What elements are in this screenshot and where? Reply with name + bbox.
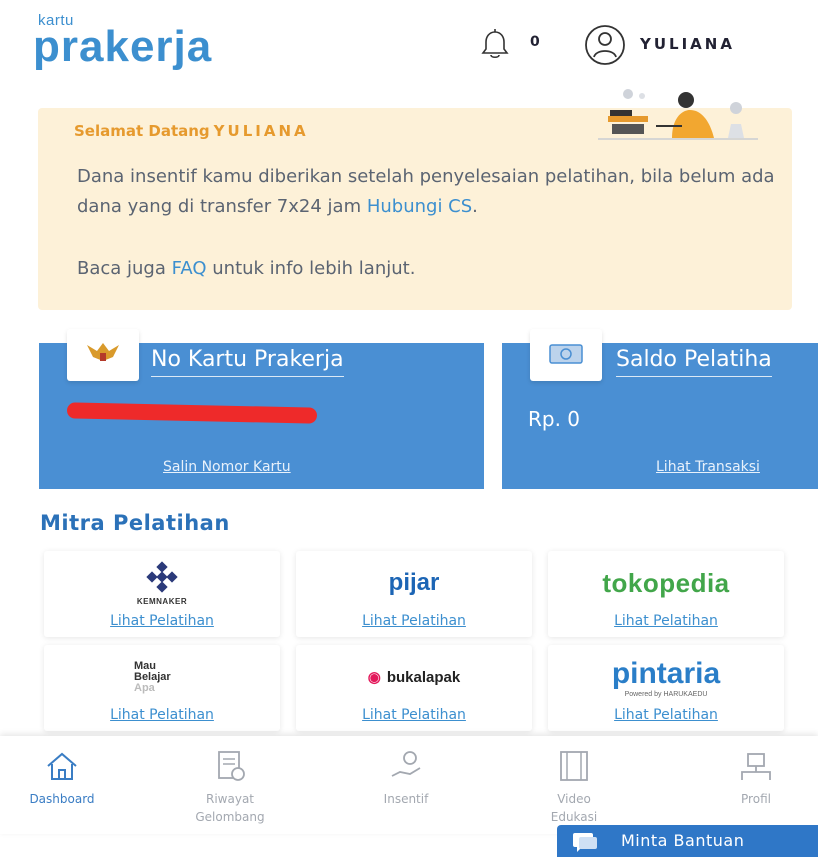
user-avatar-icon[interactable] bbox=[584, 24, 626, 66]
saldo-amount: Rp. 0 bbox=[528, 407, 581, 431]
copy-card-number-link[interactable]: Salin Nomor Kartu bbox=[163, 459, 291, 475]
partner-tile-kemnaker[interactable]: KEMNAKER Lihat Pelatihan bbox=[44, 551, 280, 637]
partner-link[interactable]: Lihat Pelatihan bbox=[296, 613, 532, 629]
nav-item-video[interactable]: Video Edukasi bbox=[514, 736, 634, 834]
tokopedia-text: tokopedia bbox=[602, 567, 730, 598]
help-button-label: Minta Bantuan bbox=[621, 831, 745, 850]
partner-link[interactable]: Lihat Pelatihan bbox=[548, 613, 784, 629]
faq-link[interactable]: FAQ bbox=[172, 258, 207, 279]
welcome-title-prefix: Selamat Datang bbox=[74, 122, 210, 140]
nav-item-dashboard[interactable]: Dashboard bbox=[2, 736, 122, 834]
pijar-logo: pijar bbox=[296, 555, 532, 611]
nav-label-insentif: Insentif bbox=[383, 792, 429, 806]
profile-icon bbox=[741, 753, 771, 780]
saldo-card-title: Saldo Pelatiha bbox=[616, 347, 772, 377]
kemnaker-logo: KEMNAKER bbox=[44, 555, 280, 611]
welcome-cs-suffix: . bbox=[472, 196, 478, 217]
bell-icon[interactable] bbox=[478, 28, 512, 62]
partner-link[interactable]: Lihat Pelatihan bbox=[44, 707, 280, 723]
pintaria-logo: pintaria Powered by HARUKAEDU bbox=[548, 649, 784, 705]
maubelajarapa-logo: Mau Belajar Apa bbox=[44, 649, 280, 705]
partner-tile-bukalapak[interactable]: ◉ bukalapak Lihat Pelatihan bbox=[296, 645, 532, 731]
partner-link[interactable]: Lihat Pelatihan bbox=[296, 707, 532, 723]
welcome-body: Dana insentif kamu diberikan setelah pen… bbox=[77, 162, 777, 222]
partner-tile-tokopedia[interactable]: tokopedia Lihat Pelatihan bbox=[548, 551, 784, 637]
nav-label-video-line1: Video bbox=[557, 792, 591, 806]
partner-tile-maubelajarapa[interactable]: Mau Belajar Apa Lihat Pelatihan bbox=[44, 645, 280, 731]
bukalapak-text: bukalapak bbox=[386, 669, 461, 686]
app-header: kartu prakerja 0 YULIANA bbox=[0, 0, 818, 90]
partner-tile-pijar[interactable]: pijar Lihat Pelatihan bbox=[296, 551, 532, 637]
incentive-icon bbox=[391, 751, 421, 777]
nav-label-riwayat-line1: Riwayat bbox=[206, 792, 254, 806]
history-icon bbox=[218, 751, 245, 781]
welcome-title: Selamat Datang YULIANA bbox=[74, 122, 309, 140]
faq-suffix: untuk info lebih lanjut. bbox=[212, 258, 416, 279]
prakerja-logo[interactable]: kartu prakerja bbox=[33, 12, 293, 72]
welcome-illustration-icon bbox=[598, 89, 758, 140]
nav-label-riwayat-line2: Gelombang bbox=[195, 810, 265, 824]
home-icon bbox=[47, 752, 77, 780]
nav-label-riwayat: Riwayat Gelombang bbox=[170, 790, 290, 826]
partner-tile-pintaria[interactable]: pintaria Powered by HARUKAEDU Lihat Pela… bbox=[548, 645, 784, 731]
garuda-emblem-icon bbox=[87, 343, 119, 361]
bottom-navigation: Dashboard Riwayat Gelombang Insentif Vid… bbox=[0, 736, 818, 834]
money-icon bbox=[549, 344, 583, 364]
kemnaker-emblem-icon bbox=[146, 560, 178, 593]
partner-link[interactable]: Lihat Pelatihan bbox=[548, 707, 784, 723]
card-tab bbox=[67, 329, 139, 381]
kartu-card-title: No Kartu Prakerja bbox=[151, 347, 344, 377]
nav-label-video-line2: Edukasi bbox=[550, 810, 598, 824]
help-button[interactable]: Minta Bantuan bbox=[557, 825, 818, 857]
partner-link[interactable]: Lihat Pelatihan bbox=[44, 613, 280, 629]
nav-label-dashboard: Dashboard bbox=[29, 792, 95, 806]
nav-label-video: Video Edukasi bbox=[514, 790, 634, 826]
user-name[interactable]: YULIANA bbox=[640, 35, 735, 53]
welcome-faq-line: Baca juga FAQ untuk info lebih lanjut. bbox=[77, 258, 415, 279]
kemnaker-text: KEMNAKER bbox=[136, 596, 188, 606]
mau-line2: Belajar bbox=[134, 670, 171, 683]
view-transactions-link[interactable]: Lihat Transaksi bbox=[656, 459, 760, 475]
logo-big-text: prakerja bbox=[33, 22, 213, 71]
nav-item-profil[interactable]: Profil bbox=[696, 736, 816, 834]
faq-prefix: Baca juga bbox=[77, 258, 166, 279]
mau-line3: Apa bbox=[134, 681, 155, 694]
mitra-section-title: Mitra Pelatihan bbox=[40, 511, 230, 535]
contact-cs-link[interactable]: Hubungi CS bbox=[367, 196, 472, 217]
saldo-card: Saldo Pelatiha Rp. 0 Lihat Transaksi bbox=[502, 329, 818, 489]
welcome-title-name: YULIANA bbox=[213, 122, 309, 140]
redacted-card-number bbox=[66, 402, 318, 424]
tokopedia-logo: tokopedia bbox=[548, 555, 784, 611]
bukalapak-mark-icon: ◉ bbox=[367, 669, 381, 686]
card-tab bbox=[530, 329, 602, 381]
video-icon bbox=[560, 751, 588, 781]
notification-count: 0 bbox=[530, 34, 542, 50]
pintaria-subtext: Powered by HARUKAEDU bbox=[624, 690, 708, 698]
bukalapak-logo: ◉ bukalapak bbox=[296, 649, 532, 705]
pijar-text: pijar bbox=[388, 569, 440, 596]
nav-label-profil: Profil bbox=[741, 792, 771, 806]
chat-icon bbox=[573, 833, 597, 852]
pintaria-text: pintaria bbox=[611, 656, 721, 690]
nav-item-riwayat[interactable]: Riwayat Gelombang bbox=[170, 736, 290, 834]
nav-item-insentif[interactable]: Insentif bbox=[346, 736, 466, 834]
kartu-number-card: No Kartu Prakerja Salin Nomor Kartu bbox=[39, 329, 484, 489]
mau-line1: Mau bbox=[134, 659, 156, 672]
